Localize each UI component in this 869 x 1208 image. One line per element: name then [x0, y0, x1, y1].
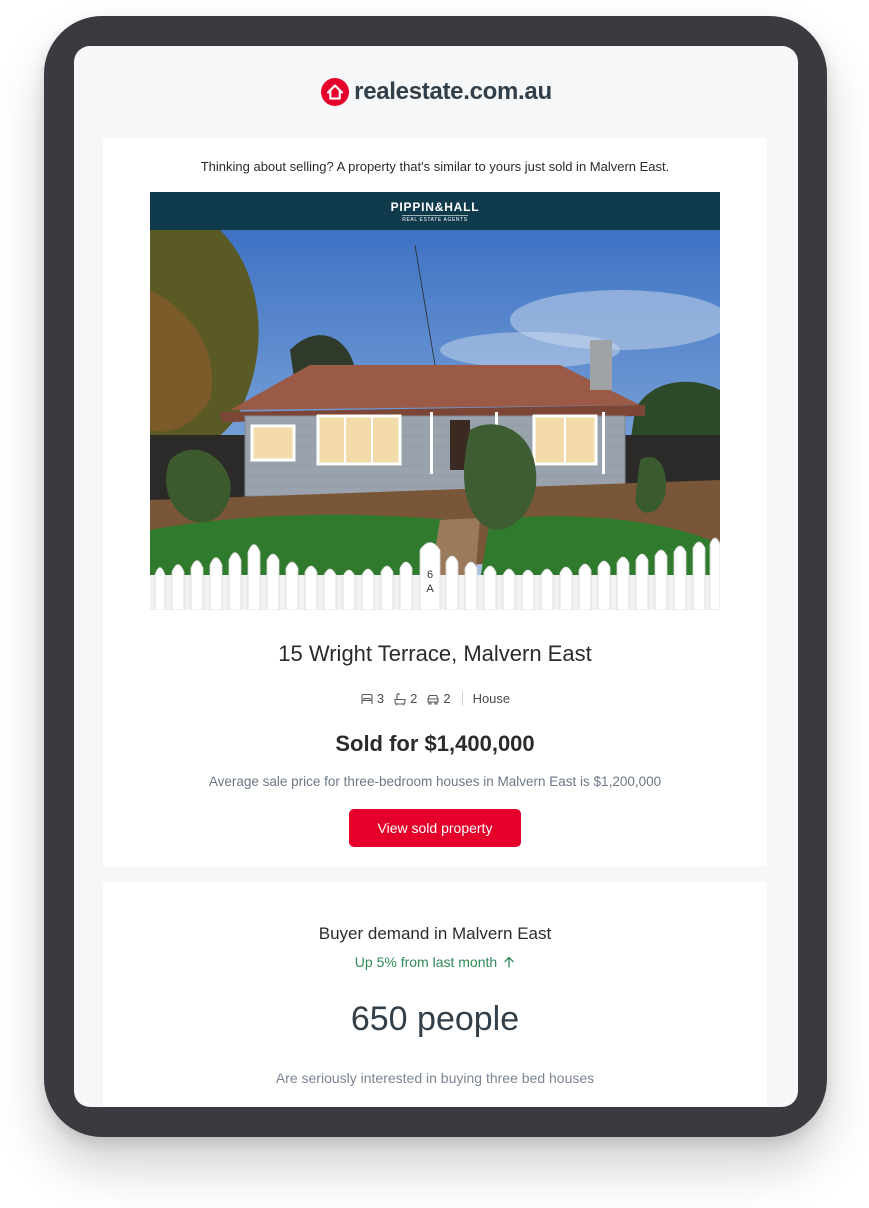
- view-sold-property-button[interactable]: View sold property: [349, 809, 521, 847]
- agency-name: PIPPIN&HALL: [390, 199, 480, 214]
- property-photo[interactable]: PIPPIN&HALL REAL ESTATE AGENTS 6 A: [150, 192, 720, 610]
- bedroom-count: 3: [376, 691, 385, 706]
- intro-text: Thinking about selling? A property that'…: [200, 159, 670, 174]
- demand-count: 650 people: [350, 1000, 520, 1038]
- bath-icon: [394, 692, 406, 705]
- agency-banner: PIPPIN&HALL REAL ESTATE AGENTS: [150, 192, 720, 230]
- sold-price: Sold for $1,400,000: [335, 731, 535, 756]
- bedroom-feature: 3: [360, 691, 384, 706]
- feature-divider: [461, 691, 463, 706]
- property-type: House: [472, 691, 511, 706]
- brand-name: realestate.com.au: [354, 77, 552, 105]
- house-image: 6A: [150, 230, 720, 610]
- house-number-line: A: [426, 583, 434, 595]
- email-screen: realestate.com.au Thinking about selling…: [74, 46, 798, 1107]
- property-features: 3 2 2 House: [103, 691, 767, 706]
- bathroom-feature: 2: [393, 691, 417, 706]
- car-icon: [427, 694, 439, 705]
- agency-tagline: REAL ESTATE AGENTS: [402, 214, 468, 223]
- brand-logo-lockup[interactable]: realestate.com.au: [320, 77, 552, 107]
- demand-description: Are seriously interested in buying three…: [275, 1070, 595, 1086]
- bathroom-count: 2: [410, 691, 418, 706]
- average-price-note: Average sale price for three-bedroom hou…: [208, 774, 662, 789]
- buyer-demand-card: Buyer demand in Malvern East Up 5% from …: [103, 882, 767, 1107]
- tablet-frame: realestate.com.au Thinking about selling…: [44, 16, 827, 1137]
- sold-property-card: Thinking about selling? A property that'…: [103, 138, 767, 866]
- demand-trend: Up 5% from last month: [103, 954, 767, 970]
- property-address[interactable]: 15 Wright Terrace, Malvern East: [103, 641, 767, 667]
- bed-icon: [361, 693, 373, 704]
- car-count: 2: [443, 691, 451, 706]
- trend-text: Up 5% from last month: [354, 954, 498, 970]
- house-number-line: 6: [427, 569, 433, 581]
- email-header: realestate.com.au: [74, 46, 798, 137]
- demand-title: Buyer demand in Malvern East: [318, 924, 552, 943]
- arrow-up-icon: [504, 956, 514, 968]
- car-feature: 2: [426, 691, 451, 706]
- realestate-logo-icon: [321, 77, 350, 106]
